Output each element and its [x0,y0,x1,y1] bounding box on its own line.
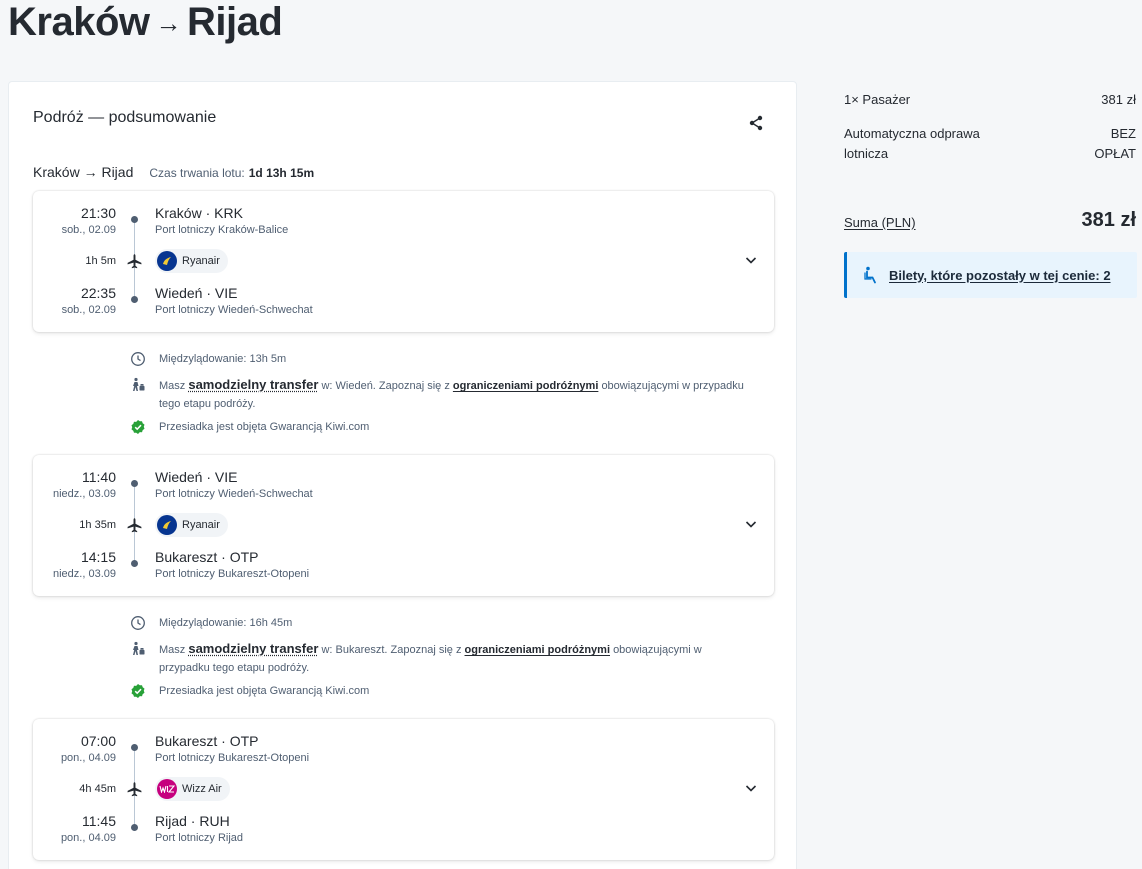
share-icon [749,115,763,131]
airline-name: Ryanair [182,255,220,267]
departure-dot [131,480,138,487]
plane-icon [127,518,142,533]
departure-dot [131,216,138,223]
check-badge-icon [129,682,147,700]
transfer-row: Masz samodzielny transfer w: Wiedeń. Zap… [129,376,749,413]
segment-duration: 1h 5m [85,255,116,267]
sum-label[interactable]: Suma (PLN) [844,215,916,230]
arrival-time: 11:45 [82,813,116,829]
departure-date: pon., 04.09 [60,752,116,764]
clock-icon [129,614,147,632]
departure-airport: Port lotniczy Kraków-Balice [155,224,289,236]
transfer-row: Masz samodzielny transfer w: Bukareszt. … [129,640,749,677]
route-summary: Kraków → Rijad Czas trwania lotu: 1d 13h… [33,164,314,180]
chevron-down-icon[interactable] [744,517,758,531]
checkin-value: BEZ OPŁAT [1094,126,1136,161]
check-badge-icon [129,418,147,436]
departure-place: Wiedeń · VIE [155,469,238,485]
departure-airport: Port lotniczy Wiedeń-Schwechat [155,488,313,500]
self-transfer-icon [129,640,147,658]
airline-name: Ryanair [182,519,220,531]
passenger-price: 381 zł [1101,92,1136,107]
trip-summary-card: Podróż — podsumowanie Kraków → Rijad Cza… [8,81,797,869]
airline-badge: Ryanair [155,513,228,537]
arrival-time: 22:35 [80,285,116,301]
arrival-date: niedz., 03.09 [53,568,116,580]
flight-segment[interactable]: 21:30 sob., 02.09 Kraków · KRK Port lotn… [33,191,774,332]
flight-segment[interactable]: 11:40 niedz., 03.09 Wiedeń · VIE Port lo… [33,455,774,596]
stopover-text: Międzylądowanie: 13h 5m [159,353,287,365]
travel-restrictions-link[interactable]: ograniczeniami podróżnymi [465,644,610,656]
chevron-down-icon[interactable] [744,781,758,795]
departure-dot [131,744,138,751]
seat-icon [864,266,876,284]
ryanair-logo-icon [157,515,177,535]
chevron-down-icon[interactable] [744,253,758,267]
departure-place: Bukareszt · OTP [155,733,259,749]
arrival-place: Rijad · RUH [155,813,230,829]
passenger-label: 1× Pasażer [844,92,911,107]
arrival-place: Bukareszt · OTP [155,549,259,565]
guarantee-text: Przesiadka jest objęta Gwarancją Kiwi.co… [159,685,370,697]
arrival-place: Wiedeń · VIE [155,285,238,301]
title-arrow: → [155,8,182,38]
flight-segment[interactable]: 07:00 pon., 04.09 Bukareszt · OTP Port l… [33,719,774,860]
travel-restrictions-link[interactable]: ograniczeniami podróżnymi [453,380,598,392]
departure-time: 07:00 [80,733,116,749]
page-title: Kraków → Rijad [8,0,283,48]
departure-date: niedz., 03.09 [53,488,116,500]
tickets-left-banner[interactable]: Bilety, które pozostały w tej cenie: 2 [844,252,1137,298]
transfer-mid: w: Bukareszt. Zapoznaj się z [321,644,462,656]
arrival-time: 14:15 [80,549,116,565]
self-transfer-link[interactable]: samodzielny transfer [188,377,318,392]
segment-duration: 1h 35m [79,519,116,531]
duration-value: 1d 13h 15m [248,166,315,180]
transfer-mid: w: Wiedeń. Zapoznaj się z [321,380,450,392]
ryanair-logo-icon [157,251,177,271]
departure-airport: Port lotniczy Bukareszt-Otopeni [155,752,310,764]
segment-duration: 4h 45m [79,783,116,795]
transfer-pre: Masz [159,380,186,392]
departure-time: 21:30 [80,205,116,221]
plane-icon [127,254,142,269]
stopover-row: Międzylądowanie: 16h 45m [129,614,749,632]
transfer-pre: Masz [159,644,186,656]
airline-badge: Ryanair [155,249,228,273]
arrival-airport: Port lotniczy Wiedeń-Schwechat [155,304,313,316]
passenger-row: 1× Pasażer 381 zł [844,92,1136,107]
stopover-row: Międzylądowanie: 13h 5m [129,350,749,368]
guarantee-row: Przesiadka jest objęta Gwarancją Kiwi.co… [129,418,749,436]
checkin-row: Automatyczna odprawa lotnicza BEZ OPŁAT [844,124,1136,164]
checkin-label: Automatyczna odprawa lotnicza [844,126,980,161]
guarantee-text: Przesiadka jest objęta Gwarancją Kiwi.co… [159,421,370,433]
arrival-airport: Port lotniczy Bukareszt-Otopeni [155,568,310,580]
plane-icon [127,782,142,797]
route-label: Kraków → Rijad [33,164,134,180]
duration-label: Czas trwania lotu: [149,166,245,180]
self-transfer-link[interactable]: samodzielny transfer [188,641,318,656]
sum-value: 381 zł [1081,209,1136,231]
arrival-dot [131,296,138,303]
departure-place: Kraków · KRK [155,205,243,221]
stopover-text: Międzylądowanie: 16h 45m [159,617,293,629]
guarantee-row: Przesiadka jest objęta Gwarancją Kiwi.co… [129,682,749,700]
title-origin: Kraków [8,0,150,44]
airline-badge: Wizz Air [155,777,230,801]
wizzair-logo-icon [157,779,177,799]
summary-title: Podróż — podsumowanie [33,109,217,126]
clock-icon [129,350,147,368]
arrival-date: sob., 02.09 [61,304,116,316]
arrival-airport: Port lotniczy Rijad [155,832,244,844]
arrival-dot [131,560,138,567]
arrival-date: pon., 04.09 [60,832,116,844]
departure-time: 11:40 [82,469,116,485]
share-button[interactable] [745,112,767,134]
tickets-left-text: Bilety, które pozostały w tej cenie: 2 [889,267,1111,283]
arrival-dot [131,824,138,831]
title-destination: Rijad [187,0,283,44]
self-transfer-icon [129,376,147,394]
airline-name: Wizz Air [182,783,222,795]
departure-date: sob., 02.09 [61,224,116,236]
